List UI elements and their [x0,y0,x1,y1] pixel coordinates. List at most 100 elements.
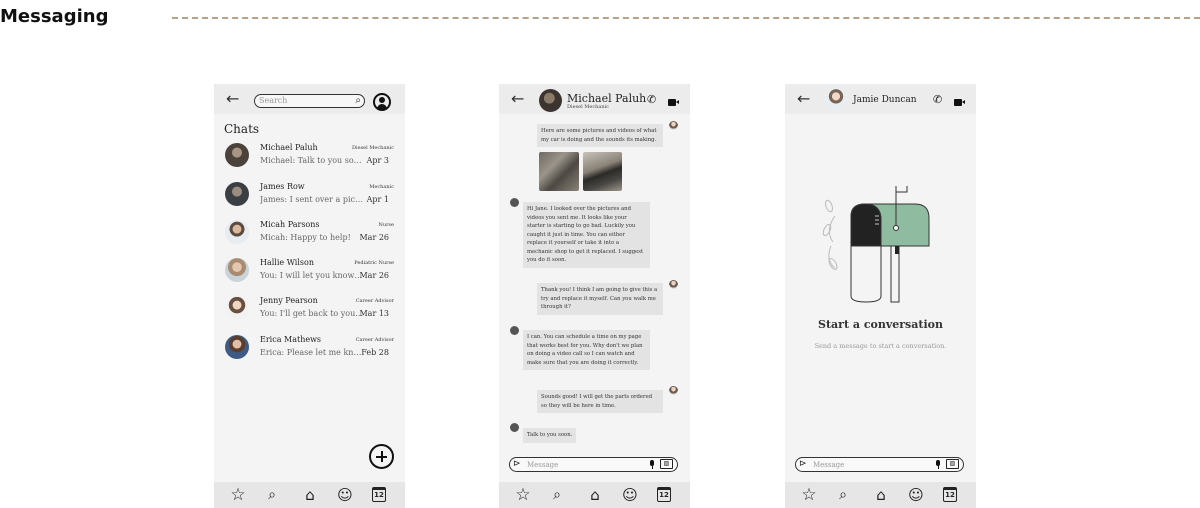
bottom-nav: ☆ ⌕ ⌂ ☺ 12 [499,482,690,508]
message-preview: Michael: Talk to you soon. [260,156,364,165]
avatar [510,198,519,207]
message-preview: Micah: Happy to help! [260,233,351,242]
message-preview: Erica: Please let me know... [260,348,364,357]
received-message: Hi Jane. I looked over the pictures and … [523,202,650,268]
calendar-icon[interactable]: 12 [372,487,386,502]
new-chat-button[interactable] [369,444,394,469]
message-preview: You: I'll get back to you as... [260,309,364,318]
sent-message: Sounds good! I will get the parts ordere… [537,390,663,413]
video-call-icon[interactable] [668,99,679,106]
bottom-nav: ☆ ⌕ ⌂ ☺ 12 [214,482,405,508]
nav-search-icon[interactable]: ⌕ [834,486,852,504]
home-icon[interactable]: ⌂ [301,486,319,504]
avatar [225,296,249,320]
message-input[interactable]: ⊳ Message ▨ [509,457,678,472]
avatar [510,423,519,432]
avatar [225,335,249,359]
message-date: Mar 13 [359,309,389,318]
attached-photo[interactable] [539,152,579,191]
avatar [225,220,249,244]
microphone-icon[interactable] [649,460,654,469]
message-date: Apr 1 [366,195,389,204]
chat-list-screen: ← Search ⌕ Chats Michael Paluh Diesel Me… [214,84,405,508]
received-message: I can. You can schedule a time on my pag… [523,330,650,370]
contact-name: Erica Mathews [260,335,322,344]
chat-list-item[interactable]: James Row Mechanic James: I sent over a … [214,182,405,218]
home-icon[interactable]: ⌂ [872,486,890,504]
microphone-icon[interactable] [935,460,940,469]
message-date: Mar 26 [359,271,389,280]
contact-name: James Row [260,182,305,191]
bottom-nav: ☆ ⌕ ⌂ ☺ 12 [785,482,976,508]
favorites-star-icon[interactable]: ☆ [228,486,248,504]
contact-role: Career Advisor [355,298,394,304]
chat-bubble-icon[interactable]: ☺ [619,486,641,504]
back-arrow-icon[interactable]: ← [226,90,239,108]
message-date: Apr 3 [366,156,389,165]
video-call-icon[interactable] [954,99,965,106]
profile-icon[interactable] [373,93,391,111]
phone-call-icon[interactable]: ✆ [933,94,942,106]
contact-role: Diesel Mechanic [567,104,609,110]
received-message: Talk to you soon. [523,428,577,443]
contact-name: Jenny Pearson [260,296,318,305]
avatar [669,280,678,289]
mailbox-illustration [822,186,930,303]
nav-search-icon[interactable]: ⌕ [263,486,281,504]
chat-list-item[interactable]: Jenny Pearson Career Advisor You: I'll g… [214,296,405,332]
back-arrow-icon[interactable]: ← [511,90,524,108]
chat-bubble-icon[interactable]: ☺ [905,486,927,504]
image-attach-icon[interactable]: ▨ [946,459,959,469]
message-date: Feb 28 [361,348,389,357]
avatar [225,182,249,206]
phone-call-icon[interactable]: ✆ [647,94,656,106]
calendar-icon[interactable]: 12 [657,487,671,502]
contact-role: Mechanic [369,184,394,190]
message-preview: You: I will let you know if... [260,271,364,280]
avatar [825,88,847,110]
contact-role: Career Advisor [355,337,394,343]
title-divider [172,17,1200,19]
avatar [539,89,562,112]
empty-state-subtitle: Send a message to start a conversation. [814,342,947,350]
chat-list-item[interactable]: Michael Paluh Diesel Mechanic Michael: T… [214,143,405,179]
avatar [669,386,678,395]
chats-heading: Chats [224,122,260,136]
favorites-star-icon[interactable]: ☆ [513,486,533,504]
chat-list-item[interactable]: Hallie Wilson Pediatric Nurse You: I wil… [214,258,405,294]
sent-message: Thank you! I think I am going to give th… [537,283,663,315]
page-title: Messaging [0,6,109,27]
avatar [225,143,249,167]
message-preview: James: I sent over a picture... [260,195,364,204]
contact-role: Pediatric Nurse [354,260,394,266]
send-icon[interactable]: ⊳ [799,459,807,470]
avatar [510,326,519,335]
favorites-star-icon[interactable]: ☆ [799,486,819,504]
nav-search-icon[interactable]: ⌕ [548,486,566,504]
chat-list-item[interactable]: Erica Mathews Career Advisor Erica: Plea… [214,335,405,371]
image-attach-icon[interactable]: ▨ [660,459,673,469]
message-input[interactable]: ⊳ Message ▨ [795,457,964,472]
contact-role: Nurse [378,222,394,228]
conversation-screen: ← Michael Paluh Diesel Mechanic ✆ Here a… [499,84,690,508]
calendar-icon[interactable]: 12 [943,487,957,502]
avatar [225,258,249,282]
back-arrow-icon[interactable]: ← [797,90,810,108]
search-placeholder: Search [259,96,288,105]
send-icon[interactable]: ⊳ [513,459,521,470]
empty-state-title: Start a conversation [818,318,943,331]
top-bar: ← Search ⌕ [214,84,405,114]
contact-name: Jamie Duncan [853,95,917,105]
attached-photo[interactable] [583,152,622,191]
chat-list-item[interactable]: Micah Parsons Nurse Micah: Happy to help… [214,220,405,256]
sent-message: Here are some pictures and videos of wha… [537,124,663,147]
search-icon[interactable]: ⌕ [355,95,361,107]
contact-name: Hallie Wilson [260,258,314,267]
search-input[interactable]: Search ⌕ [254,94,365,108]
top-bar: ← Michael Paluh Diesel Mechanic ✆ [499,84,690,114]
message-placeholder: Message [527,461,559,469]
chat-bubble-icon[interactable]: ☺ [334,486,356,504]
contact-name: Micah Parsons [260,220,320,229]
avatar [669,121,678,130]
home-icon[interactable]: ⌂ [586,486,604,504]
